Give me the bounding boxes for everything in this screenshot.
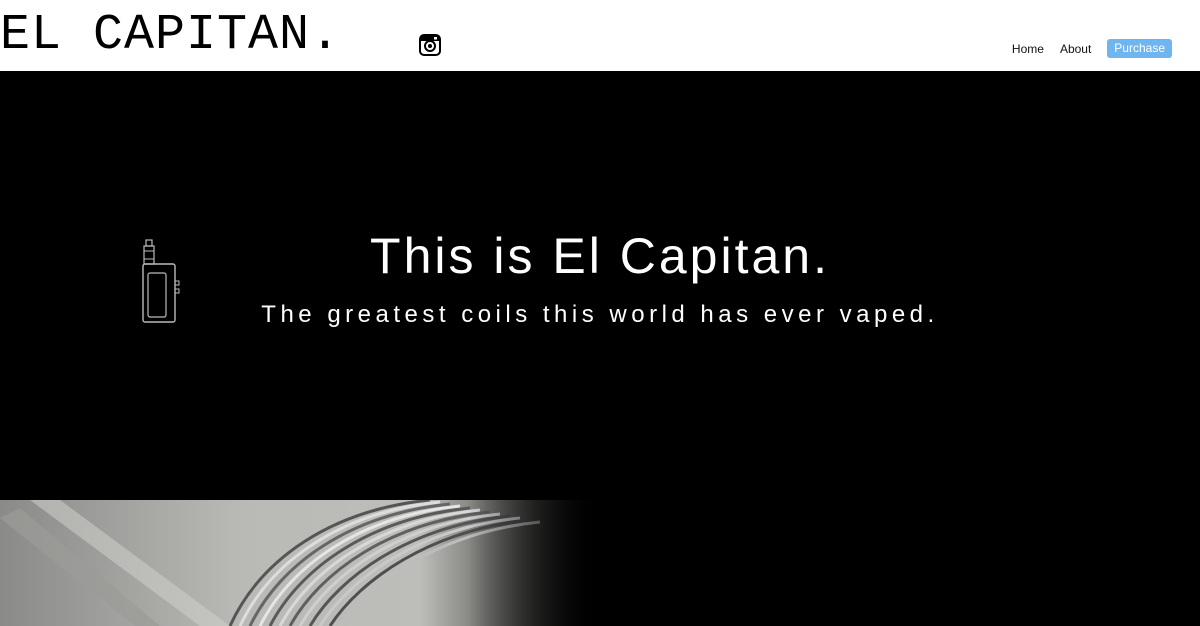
hero-section: This is El Capitan. The greatest coils t… xyxy=(0,71,1200,626)
instagram-icon[interactable] xyxy=(419,34,441,56)
main-nav: Home About Purchase xyxy=(996,39,1172,58)
coil-photo xyxy=(0,500,600,626)
nav-home-link[interactable]: Home xyxy=(1012,42,1044,56)
site-header: EL CAPITAN. Home About Purchase xyxy=(0,0,1200,71)
nav-about-link[interactable]: About xyxy=(1060,42,1091,56)
hero-subtitle: The greatest coils this world has ever v… xyxy=(261,301,939,328)
site-logo[interactable]: EL CAPITAN. xyxy=(0,6,341,66)
purchase-button[interactable]: Purchase xyxy=(1107,39,1172,58)
hero-title: This is El Capitan. xyxy=(370,228,830,284)
